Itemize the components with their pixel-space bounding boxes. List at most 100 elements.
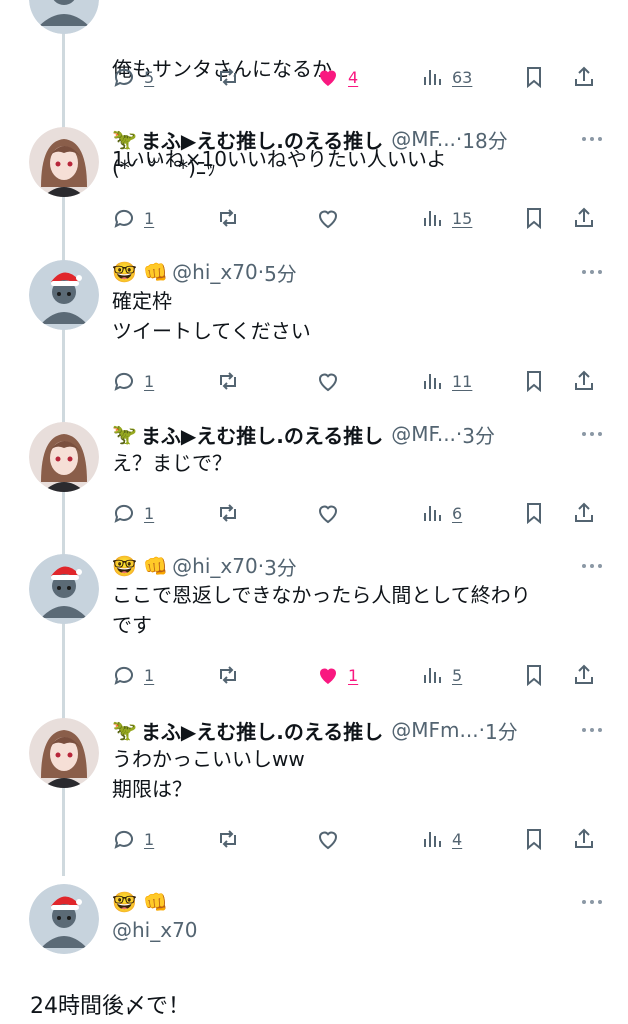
share-icon bbox=[575, 66, 593, 86]
avatar[interactable] bbox=[29, 260, 99, 330]
like-button[interactable]: 4 bbox=[316, 62, 358, 92]
bookmark-icon bbox=[527, 665, 541, 687]
more-icon[interactable] bbox=[580, 892, 604, 912]
handle[interactable]: @hi_x70 bbox=[112, 918, 198, 942]
tweet-text: うわかっこいいしww 期限は？ bbox=[112, 747, 305, 801]
retweet-button[interactable] bbox=[216, 203, 240, 233]
handle[interactable]: @hi_x70 bbox=[172, 260, 258, 284]
bookmark-button[interactable] bbox=[522, 498, 546, 528]
views-icon bbox=[424, 506, 441, 521]
heart-filled-icon bbox=[320, 70, 336, 86]
share-button[interactable] bbox=[572, 62, 596, 92]
more-icon[interactable] bbox=[580, 556, 604, 576]
action-bar: 16 bbox=[112, 498, 602, 528]
more-icon[interactable] bbox=[580, 720, 604, 740]
tweet[interactable]: 🦖 まふ▶えむ推し.のえる推し @MF... · 3分 え？まじで？ 1 6 bbox=[0, 420, 628, 532]
timestamp[interactable]: 5分 bbox=[264, 258, 297, 286]
avatar[interactable] bbox=[29, 554, 99, 624]
handle[interactable]: @MF... bbox=[391, 127, 456, 151]
emoji-badge: 🤓 👊 bbox=[112, 890, 169, 914]
tweet-header: 🦖 まふ▶えむ推し.のえる推し @MFm... · 1分 bbox=[112, 716, 604, 744]
avatar[interactable] bbox=[29, 0, 99, 34]
display-name[interactable]: まふ▶えむ推し.のえる推し bbox=[141, 125, 383, 153]
share-icon bbox=[575, 828, 593, 848]
retweet-button[interactable] bbox=[216, 660, 240, 690]
heart-filled-icon bbox=[320, 668, 336, 684]
tweet[interactable]: 🤓 👊 @hi_x70 · 3分 ここで恩返しできなかったら人間として終わり です 1 1 5 bbox=[0, 552, 628, 694]
handle[interactable]: @MF... bbox=[391, 422, 456, 446]
reply-count: 1 bbox=[144, 371, 155, 391]
retweet-icon bbox=[220, 830, 236, 848]
reply-icon bbox=[114, 830, 133, 849]
action-bar: 1 11 bbox=[112, 366, 602, 396]
timestamp[interactable]: 18分 bbox=[462, 125, 507, 153]
reply-button[interactable]: 1 bbox=[112, 203, 154, 233]
views-button[interactable]: 4 bbox=[420, 824, 462, 854]
retweet-icon bbox=[220, 372, 236, 390]
views-button[interactable]: 6 bbox=[420, 498, 462, 528]
share-button[interactable] bbox=[572, 203, 596, 233]
tweet-top[interactable]: 俺もサンタさんになるか 1いいね×10いいねやりたい人いいよ 5 4 63 bbox=[0, 0, 628, 171]
handle[interactable]: @MFm... bbox=[391, 718, 478, 742]
reply-button[interactable]: 1 bbox=[112, 660, 154, 690]
compose-text[interactable]: 24時間後〆で！ bbox=[30, 988, 190, 1020]
tweet[interactable]: 🦖 まふ▶えむ推し.のえる推し @MFm... · 1分 うわかっこいいしww 期限は？ 1… bbox=[0, 716, 628, 858]
more-icon[interactable] bbox=[580, 424, 604, 444]
reply-button[interactable]: 1 bbox=[112, 366, 154, 396]
bookmark-button[interactable] bbox=[522, 824, 546, 854]
avatar[interactable] bbox=[29, 884, 99, 954]
emoji-badge: 🦖 bbox=[112, 422, 137, 446]
bookmark-button[interactable] bbox=[522, 203, 546, 233]
share-button[interactable] bbox=[572, 366, 596, 396]
handle[interactable]: @hi_x70 bbox=[172, 554, 258, 578]
tweet-header: 🤓 👊 @hi_x70 · 5分 bbox=[112, 258, 604, 286]
views-button[interactable]: 63 bbox=[420, 62, 472, 92]
views-icon bbox=[424, 668, 441, 683]
retweet-button[interactable] bbox=[216, 824, 240, 854]
more-icon[interactable] bbox=[580, 129, 604, 149]
reply-button[interactable]: 5 bbox=[112, 62, 154, 92]
bookmark-button[interactable] bbox=[522, 62, 546, 92]
action-bar: 5 4 63 bbox=[112, 62, 602, 92]
timestamp[interactable]: 3分 bbox=[462, 420, 495, 448]
retweet-icon bbox=[220, 68, 236, 86]
more-icon[interactable] bbox=[580, 262, 604, 282]
bookmark-button[interactable] bbox=[522, 660, 546, 690]
tweet-header: 🤓 👊 @hi_x70 · 3分 bbox=[112, 552, 604, 580]
tweet[interactable]: 🤓 👊 @hi_x70 · 5分 確定枠 ツイートしてください 1 11 bbox=[0, 258, 628, 400]
like-count: 1 bbox=[348, 665, 359, 685]
share-icon bbox=[575, 664, 593, 684]
avatar[interactable] bbox=[29, 127, 99, 197]
tweet[interactable]: 🦖 まふ▶えむ推し.のえる推し @MF... · 18分 (*´ ꒳ `*)ﾆｯ 1 15 bbox=[0, 125, 628, 237]
tweet-text: (*´ ꒳ `*)ﾆｯ bbox=[112, 156, 216, 180]
views-icon bbox=[424, 70, 441, 85]
heart-icon bbox=[318, 210, 338, 229]
timestamp[interactable]: 3分 bbox=[264, 552, 297, 580]
share-button[interactable] bbox=[572, 498, 596, 528]
reply-button[interactable]: 1 bbox=[112, 824, 154, 854]
retweet-button[interactable] bbox=[216, 62, 240, 92]
like-button[interactable] bbox=[316, 203, 348, 233]
share-button[interactable] bbox=[572, 824, 596, 854]
bookmark-icon bbox=[527, 67, 541, 89]
share-button[interactable] bbox=[572, 660, 596, 690]
reply-count: 1 bbox=[144, 503, 155, 523]
retweet-button[interactable] bbox=[216, 498, 240, 528]
views-button[interactable]: 11 bbox=[420, 366, 472, 396]
views-button[interactable]: 15 bbox=[420, 203, 472, 233]
like-button[interactable] bbox=[316, 366, 348, 396]
reply-button[interactable]: 1 bbox=[112, 498, 154, 528]
like-button[interactable] bbox=[316, 498, 348, 528]
avatar[interactable] bbox=[29, 422, 99, 492]
retweet-button[interactable] bbox=[216, 366, 240, 396]
timestamp[interactable]: 1分 bbox=[485, 716, 518, 744]
emoji-badge: 🦖 bbox=[112, 718, 137, 742]
like-button[interactable] bbox=[316, 824, 348, 854]
action-bar: 1 1 5 bbox=[112, 660, 602, 690]
bookmark-button[interactable] bbox=[522, 366, 546, 396]
display-name[interactable]: まふ▶えむ推し.のえる推し bbox=[141, 420, 383, 448]
like-button[interactable]: 1 bbox=[316, 660, 358, 690]
avatar[interactable] bbox=[29, 718, 99, 788]
display-name[interactable]: まふ▶えむ推し.のえる推し bbox=[141, 716, 383, 744]
views-button[interactable]: 5 bbox=[420, 660, 462, 690]
